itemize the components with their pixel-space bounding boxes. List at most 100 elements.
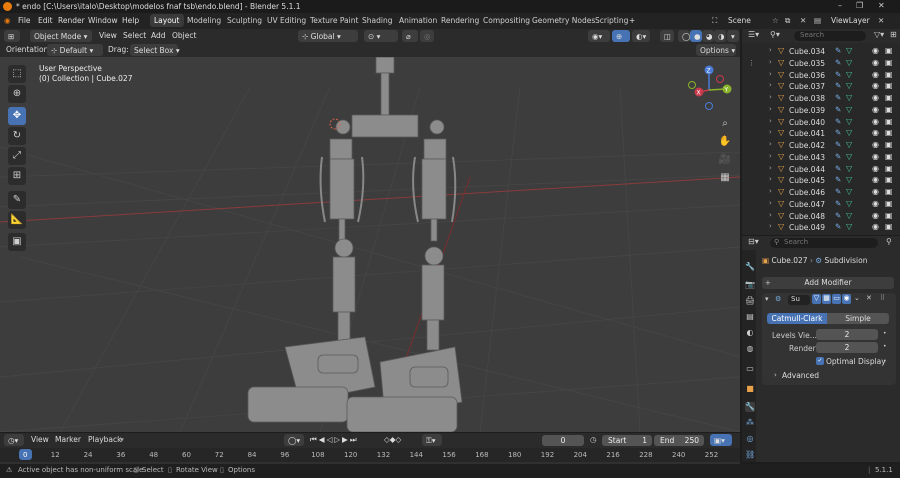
outliner-search-input[interactable]: Search [794,31,866,41]
expand-arrow-icon[interactable]: › [769,46,772,54]
outliner-item-name[interactable]: Cube.038 [789,94,825,103]
realtime-icon[interactable]: ▭ [832,294,841,304]
mesh-data-icon[interactable]: ▽ [846,46,852,55]
outliner-item-name[interactable]: Cube.035 [789,59,825,68]
outliner-item-name[interactable]: Cube.042 [789,141,825,150]
scene-name[interactable]: Scene [728,16,751,25]
expand-arrow-icon[interactable]: › [769,199,772,207]
rotate-tool[interactable]: ↻ [8,127,26,145]
render-camera-icon[interactable]: ▣ [885,187,893,196]
modifier-wrench-icon[interactable]: ✎ [835,117,841,126]
drag-handle-icon[interactable]: ⠿ [880,294,885,302]
levels-viewport-field[interactable]: 2 [816,329,878,340]
visibility-eye-icon[interactable]: ◉ [872,46,879,55]
modifier-wrench-icon[interactable]: ✎ [835,222,841,231]
new-scene-icon[interactable]: ⧉ [785,16,790,26]
scale-tool[interactable]: ⤢ [8,147,26,165]
modifier-wrench-icon[interactable]: ✎ [835,128,841,137]
camera-view-icon[interactable]: 🎥 [716,151,734,169]
outliner-item[interactable]: › ▽ Cube.035 ✎ ▽ ◉ ▣ [742,58,900,70]
measure-tool[interactable]: 📐 [8,211,26,229]
render-camera-icon[interactable]: ▣ [885,81,893,90]
physics-tab-icon[interactable]: ◎ [745,434,755,444]
remove-modifier-icon[interactable]: ✕ [866,294,872,302]
visibility-eye-icon[interactable]: ◉ [872,105,879,114]
visibility-eye-icon[interactable]: ◉ [872,211,879,220]
outliner-item-name[interactable]: Cube.037 [789,82,825,91]
render-camera-icon[interactable]: ▣ [885,93,893,102]
end-frame-field[interactable]: End 250 [654,435,704,446]
on-cage-icon[interactable]: ▽ [812,294,821,304]
modifier-wrench-icon[interactable]: ✎ [835,199,841,208]
mesh-data-icon[interactable]: ▽ [846,128,852,137]
tab-compositing[interactable]: Compositing [479,14,534,27]
tab-sculpting[interactable]: Sculpting [223,14,266,27]
viewport-menu-add[interactable]: Add [151,31,166,40]
3d-viewport[interactable]: User Perspective (0) Collection | Cube.0… [0,57,740,432]
timeline-menu-playback[interactable]: Playback [88,435,121,444]
mesh-data-icon[interactable]: ▽ [846,152,852,161]
mesh-data-icon[interactable]: ▽ [846,117,852,126]
filter-display-icon[interactable]: ⚲▾ [770,30,780,39]
outliner-item[interactable]: › ▽ Cube.038 ✎ ▽ ◉ ▣ [742,93,900,105]
tab-modeling[interactable]: Modeling [183,14,225,27]
keyframe-nav-icons[interactable]: ◇◆◇ [384,435,401,444]
render-camera-icon[interactable]: ▣ [885,128,893,137]
mesh-data-icon[interactable]: ▽ [846,175,852,184]
close-icon[interactable]: ✕ [878,1,885,10]
endoskeleton-model[interactable] [247,57,463,432]
render-camera-icon[interactable]: ▣ [885,70,893,79]
expand-arrow-icon[interactable]: › [769,117,772,125]
render-tab-icon[interactable]: 📷 [745,280,755,290]
visibility-eye-icon[interactable]: ◉ [872,222,879,231]
viewport-menu-object[interactable]: Object [172,31,196,40]
menu-help[interactable]: Help [122,16,139,25]
viewport-menu-view[interactable]: View [99,31,117,40]
menu-render[interactable]: Render [58,16,85,25]
modifier-wrench-icon[interactable]: ✎ [835,175,841,184]
modifier-menu-icon[interactable]: ⌄ [854,294,860,302]
properties-editor-icon[interactable]: ⊟▾ [748,237,759,246]
tab-texture-paint[interactable]: Texture Paint [306,14,362,27]
xray-icon[interactable]: ◫ [660,30,674,42]
outliner-item-name[interactable]: Cube.039 [789,106,825,115]
outliner-item[interactable]: › ▽ Cube.034 ✎ ▽ ◉ ▣ [742,46,900,58]
visibility-eye-icon[interactable]: ◉ [872,70,879,79]
outliner-item-name[interactable]: Cube.043 [789,153,825,162]
move-tool[interactable]: ✥ [8,107,26,125]
tab-animation[interactable]: Animation [395,14,441,27]
outliner-item[interactable]: › ▽ Cube.047 ✎ ▽ ◉ ▣ [742,199,900,211]
select-box-tool[interactable]: ⬚ [8,65,26,83]
drag-dropdown[interactable]: Select Box ▾ [130,44,180,56]
expand-arrow-icon[interactable]: › [769,58,772,66]
pin-icon[interactable]: ⚲ [886,237,892,246]
outliner-item[interactable]: › ▽ Cube.048 ✎ ▽ ◉ ▣ [742,211,900,223]
render-camera-icon[interactable]: ▣ [885,46,893,55]
visibility-eye-icon[interactable]: ◉ [872,58,879,67]
timeline-ruler[interactable]: 0 12 24 36 48 60 72 84 96 108 120 132 144 156 168 180 19… [0,448,740,462]
mesh-data-icon[interactable]: ▽ [846,70,852,79]
wireframe-shading-icon[interactable]: ◯ [678,30,690,42]
scene-pin-icon[interactable]: ☆ [772,16,779,25]
tab-geometry-nodes[interactable]: Geometry Nodes [528,14,599,27]
modifier-wrench-icon[interactable]: ✎ [835,70,841,79]
simple-button[interactable]: Simple [827,313,889,324]
solid-shading-icon[interactable]: ● [690,30,702,42]
advanced-expand-icon[interactable]: › [774,371,777,379]
outliner-item[interactable]: › ▽ Cube.041 ✎ ▽ ◉ ▣ [742,128,900,140]
outliner-expand-icon[interactable]: ⋮ [748,59,755,67]
add-workspace-icon[interactable]: + [629,16,635,25]
start-frame-field[interactable]: Start 1 [602,435,652,446]
render-keyframe-icon[interactable]: • [883,343,887,350]
viewport-menu-select[interactable]: Select [123,31,146,40]
outliner-editor-icon[interactable]: ☰▾ [748,30,759,39]
outliner-item-name[interactable]: Cube.047 [789,200,825,209]
expand-arrow-icon[interactable]: › [769,175,772,183]
visibility-eye-icon[interactable]: ◉ [872,117,879,126]
gizmo-neg-y-icon[interactable] [688,81,696,89]
render-camera-icon[interactable]: ▣ [885,117,893,126]
visibility-eye-icon[interactable]: ◉ [872,81,879,90]
properties-search-input[interactable]: Search ⚲ [770,238,878,248]
mesh-data-icon[interactable]: ▽ [846,58,852,67]
record-icon[interactable]: ◯▾ [284,434,304,446]
